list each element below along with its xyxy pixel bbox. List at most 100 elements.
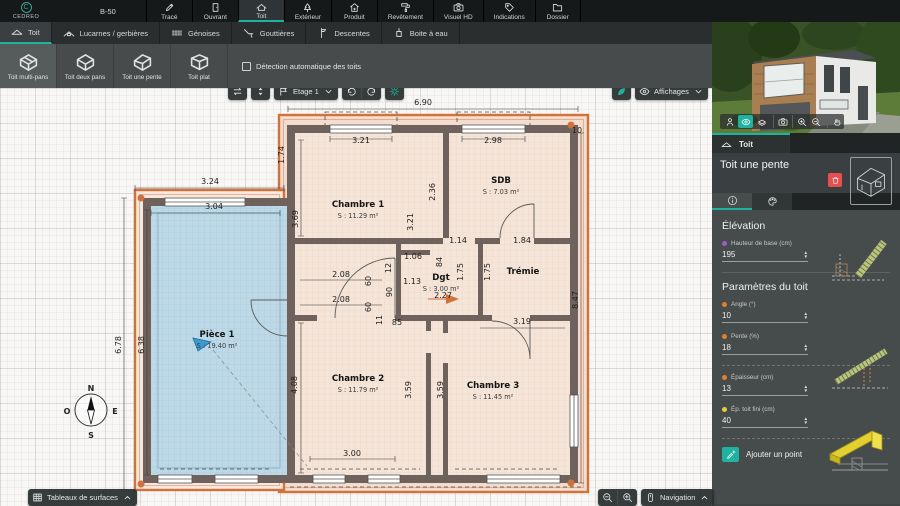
dimension-label: 6.90	[414, 98, 432, 107]
tab-produit[interactable]: Produit	[331, 0, 377, 22]
floorplan-canvas[interactable]: N S O E Chambre 1S : 11.29 m²SDBS : 7.03…	[0, 88, 712, 506]
exit-button[interactable]	[882, 5, 894, 17]
subtab-boite-a-eau[interactable]: Boite à eau	[382, 22, 460, 44]
param-value[interactable]: 10	[722, 311, 731, 320]
camera-icon	[778, 117, 788, 127]
camera-button[interactable]	[773, 115, 788, 128]
param-stepper[interactable]: ▲▼	[803, 312, 808, 320]
tool-toit-multi-pans[interactable]: Toit multi-pans	[0, 44, 57, 88]
panel-tab-toit[interactable]: Toit	[712, 133, 790, 153]
tab-toit[interactable]: Toit	[238, 0, 284, 22]
room-label: SDB	[491, 176, 511, 186]
dimension-label: 1.13	[403, 277, 421, 286]
elevation-diagram	[828, 236, 890, 284]
param-value[interactable]: 18	[722, 343, 731, 352]
chevron-up-icon	[122, 492, 133, 503]
camera-icon	[453, 2, 464, 13]
3d-preview[interactable]	[712, 22, 900, 133]
roof2-icon	[11, 26, 23, 38]
svg-text:E: E	[112, 407, 117, 416]
dimension-label: 3.69	[291, 210, 300, 228]
tool-toit-une-pente[interactable]: Toit une pente	[114, 44, 171, 88]
house-multi-icon	[16, 51, 41, 72]
param-stepper[interactable]: ▲▼	[803, 344, 808, 352]
roof-param-field: Pente (%) 18 ▲▼	[722, 333, 808, 355]
roof-tools-row: Toit multi-pans Toit deux pans Toit une …	[0, 44, 712, 88]
tab-ouvrant[interactable]: Ouvrant	[192, 0, 238, 22]
help-button[interactable]	[802, 5, 814, 17]
dimension-label: 3.19	[513, 317, 531, 326]
dimension-label: 2.08	[332, 295, 350, 304]
subtab-toit[interactable]: Toit	[0, 22, 52, 44]
panel-content: Élévation Hauteur de base (cm) 195 ▲▼	[712, 210, 900, 504]
zoom-bar: Navigation	[598, 489, 714, 506]
floors-view-button[interactable]	[754, 115, 769, 128]
room-area-label: S : 19.40 m²	[197, 342, 238, 350]
panel-header: Toit une pente	[712, 153, 900, 193]
tool-toit-deux-pans[interactable]: Toit deux pans	[57, 44, 114, 88]
auto-detect-checkbox[interactable]	[242, 62, 251, 71]
dimension-label: 3.21	[352, 136, 370, 145]
palette-icon	[767, 196, 778, 207]
cedreo-logo-icon: C	[21, 2, 32, 13]
subtab-lucarnes[interactable]: Lucarnes / gerbières	[52, 22, 160, 44]
zoom-out-button[interactable]	[598, 489, 617, 506]
house-flat-icon	[187, 51, 212, 72]
preview-zoom-in-button[interactable]	[792, 115, 807, 128]
brand-logo[interactable]: C CEDREO	[0, 0, 52, 22]
param-stepper[interactable]: ▲▼	[803, 251, 808, 259]
tab-trace[interactable]: Tracé	[146, 0, 192, 22]
dimension-label: 3.24	[201, 177, 219, 186]
trash-icon	[831, 176, 840, 185]
center-view-button[interactable]	[862, 5, 874, 17]
roof-param-field: Ép. toit fini (cm) 40 ▲▼	[722, 406, 808, 428]
floorplan-drawing: N S O E Chambre 1S : 11.29 m²SDBS : 7.03…	[0, 88, 712, 506]
dimension-label: 3.59	[404, 381, 413, 399]
tab-exterieur[interactable]: Extérieur	[284, 0, 331, 22]
dimension-label: 4.08	[290, 376, 299, 394]
tab-visuel-hd[interactable]: Visuel HD	[433, 0, 483, 22]
dimension-label: 6.78	[114, 336, 123, 354]
room-label: Chambre 3	[467, 381, 519, 391]
feedback-button[interactable]	[822, 5, 834, 17]
param-value[interactable]: 13	[722, 384, 731, 393]
tab-dossier[interactable]: Dossier	[535, 0, 581, 22]
folder-icon	[552, 2, 563, 13]
tool-toit-plat[interactable]: Toit plat	[171, 44, 228, 88]
auto-detect-roofs-toggle[interactable]: Détection automatique des toits	[242, 44, 361, 88]
zoom-in-icon	[622, 492, 633, 503]
preview-zoom-out-button[interactable]	[808, 115, 823, 128]
walkthrough-button[interactable]	[722, 115, 737, 128]
delete-roof-button[interactable]	[828, 173, 842, 187]
param-color-dot	[722, 334, 727, 339]
dimension-label: 90	[385, 287, 394, 297]
tab-revetement[interactable]: Revêtement	[377, 0, 433, 22]
door-icon	[210, 2, 221, 13]
navigation-menu-button[interactable]: Navigation	[641, 489, 714, 506]
param-value[interactable]: 195	[722, 250, 735, 259]
param-value[interactable]: 40	[722, 416, 731, 425]
dimension-label: 2.36	[428, 183, 437, 201]
tab-properties[interactable]	[712, 193, 752, 210]
view-mode-button[interactable]	[738, 115, 753, 128]
room-label: Pièce 1	[200, 329, 235, 340]
dimension-label: 6.38	[137, 336, 146, 354]
param-stepper[interactable]: ▲▼	[803, 385, 808, 393]
window-actions	[802, 0, 894, 22]
room-label: Dgt	[432, 273, 449, 283]
surface-tables-button[interactable]: Tableaux de surfaces	[28, 489, 137, 506]
pan-button[interactable]	[827, 115, 842, 128]
subtab-gouttieres[interactable]: Gouttières	[232, 22, 307, 44]
subtab-descentes[interactable]: Descentes	[306, 22, 381, 44]
tab-indications[interactable]: Indications	[483, 0, 535, 22]
downspout-icon	[317, 27, 329, 39]
svg-text:N: N	[88, 384, 95, 393]
param-stepper[interactable]: ▲▼	[803, 417, 808, 425]
zoom-in-button[interactable]	[617, 489, 637, 506]
roof-sub-navigation: Toit Lucarnes / gerbières Génoises Goutt…	[0, 22, 712, 44]
subtab-genoises[interactable]: Génoises	[160, 22, 232, 44]
tab-materials[interactable]	[752, 193, 792, 210]
svg-text:O: O	[64, 407, 71, 416]
dimension-label: 8.47	[571, 291, 580, 309]
save-button[interactable]	[842, 5, 854, 17]
